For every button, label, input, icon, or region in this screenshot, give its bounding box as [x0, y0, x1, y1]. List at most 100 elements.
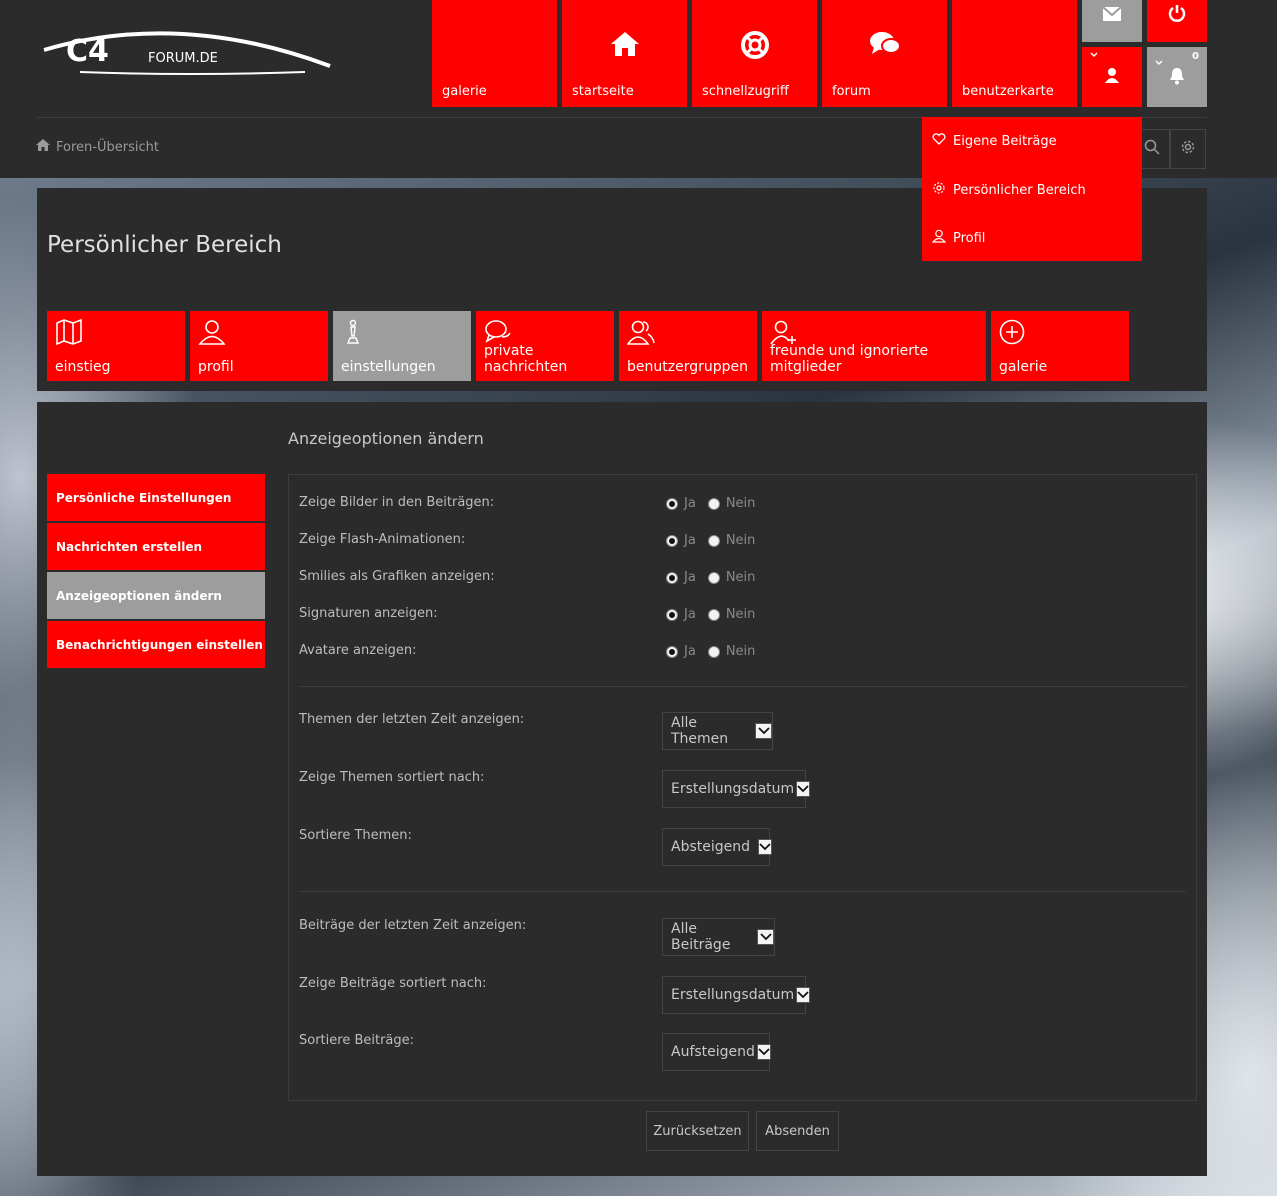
- radio-yes[interactable]: [666, 534, 678, 547]
- tile-startseite[interactable]: startseite: [562, 0, 687, 107]
- form-title: Anzeigeoptionen ändern: [288, 429, 484, 448]
- tile-galerie[interactable]: galerie: [432, 0, 557, 107]
- nav-tile-label: benutzergruppen: [627, 359, 748, 375]
- notification-count: 0: [1192, 51, 1199, 62]
- nav-tile-label: einstellungen: [341, 359, 436, 375]
- radio-no-label: Nein: [725, 533, 756, 548]
- side-menu-nachrichten-erstellen[interactable]: Nachrichten erstellen: [47, 523, 265, 570]
- user-icon: [198, 319, 226, 349]
- settings-button[interactable]: [1170, 129, 1206, 169]
- logout-button[interactable]: [1147, 0, 1207, 42]
- radio-no[interactable]: [707, 645, 720, 658]
- tile-forum[interactable]: forum: [822, 0, 947, 107]
- chevron-down-icon: [796, 987, 811, 1003]
- radio-no[interactable]: [707, 571, 720, 584]
- notifications-button[interactable]: 0: [1147, 47, 1207, 107]
- logo-swoosh-icon: C4 FORUM.DE: [43, 31, 331, 75]
- nav-tile-profil[interactable]: profil: [190, 311, 328, 381]
- breadcrumb-label[interactable]: Foren-Übersicht: [56, 140, 159, 155]
- nav-tile-private-nachrichten[interactable]: private nachrichten: [476, 311, 614, 381]
- nav-tile-freunde[interactable]: freunde und ignorierte mitglieder: [762, 311, 986, 381]
- nav-tile-label: freunde und ignorierte mitglieder: [770, 343, 929, 375]
- side-menu-persoenliche-einstellungen[interactable]: Persönliche Einstellungen: [47, 474, 265, 521]
- site-logo[interactable]: C4 FORUM.DE: [40, 20, 340, 80]
- home-icon: [609, 30, 641, 62]
- option-label: Zeige Flash-Animationen:: [299, 532, 466, 547]
- dropdown-item-label: Persönlicher Bereich: [953, 182, 1086, 198]
- dropdown-item-persoenlicher-bereich[interactable]: Persönlicher Bereich: [932, 181, 1086, 199]
- settings-panel: Persönliche Einstellungen Nachrichten er…: [37, 402, 1207, 1176]
- radio-no-label: Nein: [725, 607, 756, 622]
- chevron-down-icon: [756, 1044, 771, 1060]
- dropdown-item-profil[interactable]: Profil: [931, 229, 985, 247]
- radio-yes[interactable]: [666, 608, 678, 621]
- power-icon: [1168, 4, 1186, 26]
- tile-schnellzugriff[interactable]: schnellzugriff: [692, 0, 817, 107]
- option-label: Smilies als Grafiken anzeigen:: [299, 569, 495, 584]
- chat-bubbles-icon: [869, 30, 901, 62]
- radio-yes-label: Ja: [684, 533, 696, 548]
- chevron-down-icon: [755, 723, 772, 739]
- select-value: Aufsteigend: [671, 1044, 755, 1060]
- option-radio-group: Ja Nein: [666, 533, 755, 548]
- select-value: Alle Themen: [671, 715, 729, 747]
- option-radio-group: Ja Nein: [666, 496, 755, 511]
- nav-tile-einstellungen[interactable]: einstellungen: [333, 311, 471, 381]
- radio-no-label: Nein: [725, 570, 756, 585]
- tile-label: schnellzugriff: [702, 84, 789, 99]
- logo-domain: FORUM.DE: [148, 51, 218, 66]
- section-divider: [299, 891, 1186, 892]
- chevron-down-icon: [757, 929, 774, 945]
- reset-button[interactable]: Zurücksetzen: [646, 1111, 749, 1151]
- post-sort-key-select[interactable]: Erstellungsdatum: [662, 976, 811, 1014]
- option-label: Signaturen anzeigen:: [299, 606, 438, 621]
- chevron-down-icon: [758, 839, 773, 855]
- option-label: Zeige Bilder in den Beiträgen:: [299, 495, 495, 510]
- radio-yes[interactable]: [666, 497, 678, 510]
- radio-yes-label: Ja: [684, 570, 696, 585]
- chevron-down-icon: [1090, 51, 1098, 61]
- select-value: Absteigend: [671, 839, 751, 855]
- topic-sort-key-select[interactable]: Erstellungsdatum: [662, 770, 811, 808]
- lifebuoy-icon: [740, 30, 770, 64]
- option-label: Zeige Beiträge sortiert nach:: [299, 976, 487, 991]
- nav-tile-label: profil: [198, 359, 234, 375]
- user-menu-button[interactable]: [1082, 47, 1142, 107]
- radio-yes[interactable]: [666, 571, 678, 584]
- topic-days-select[interactable]: Alle Themen: [662, 712, 773, 750]
- envelope-icon: [1102, 6, 1122, 25]
- nav-tile-benutzergruppen[interactable]: benutzergruppen: [619, 311, 757, 381]
- dropdown-item-label: Eigene Beiträge: [953, 133, 1057, 149]
- tile-benutzerkarte[interactable]: benutzerkarte: [952, 0, 1077, 107]
- radio-no[interactable]: [707, 608, 720, 621]
- side-menu-benachrichtigungen[interactable]: Benachrichtigungen einstellen: [47, 621, 265, 668]
- option-label: Avatare anzeigen:: [299, 643, 417, 658]
- radio-yes[interactable]: [666, 645, 678, 658]
- search-icon: [1144, 139, 1160, 159]
- radio-yes-label: Ja: [684, 496, 696, 511]
- side-menu-label: Persönliche Einstellungen: [56, 490, 232, 505]
- messages-button[interactable]: [1082, 0, 1142, 42]
- chevron-down-icon: [796, 781, 811, 797]
- nav-tile-label: private nachrichten: [484, 343, 568, 375]
- dropdown-item-eigene-beitraege[interactable]: Eigene Beiträge: [932, 133, 1057, 149]
- radio-no-label: Nein: [725, 644, 756, 659]
- section-divider: [299, 686, 1186, 687]
- submit-button[interactable]: Absenden: [756, 1111, 839, 1151]
- nav-tile-galerie[interactable]: galerie: [991, 311, 1129, 381]
- nav-tile-einstieg[interactable]: einstieg: [47, 311, 185, 381]
- radio-yes-label: Ja: [684, 607, 696, 622]
- side-menu-label: Benachrichtigungen einstellen: [56, 637, 263, 652]
- radio-no[interactable]: [707, 534, 720, 547]
- side-menu-anzeigeoptionen[interactable]: Anzeigeoptionen ändern: [47, 572, 265, 619]
- option-label: Sortiere Beiträge:: [299, 1033, 415, 1048]
- user-icon: [1104, 67, 1120, 87]
- post-days-select[interactable]: Alle Beiträge: [662, 918, 775, 956]
- select-value: Alle Beiträge: [671, 921, 731, 953]
- breadcrumb[interactable]: Foren-Übersicht: [36, 139, 159, 155]
- radio-no[interactable]: [707, 497, 720, 510]
- topic-sort-dir-select[interactable]: Absteigend: [662, 828, 773, 866]
- radio-no-label: Nein: [725, 496, 756, 511]
- tile-label: startseite: [572, 84, 634, 99]
- post-sort-dir-select[interactable]: Aufsteigend: [662, 1033, 771, 1071]
